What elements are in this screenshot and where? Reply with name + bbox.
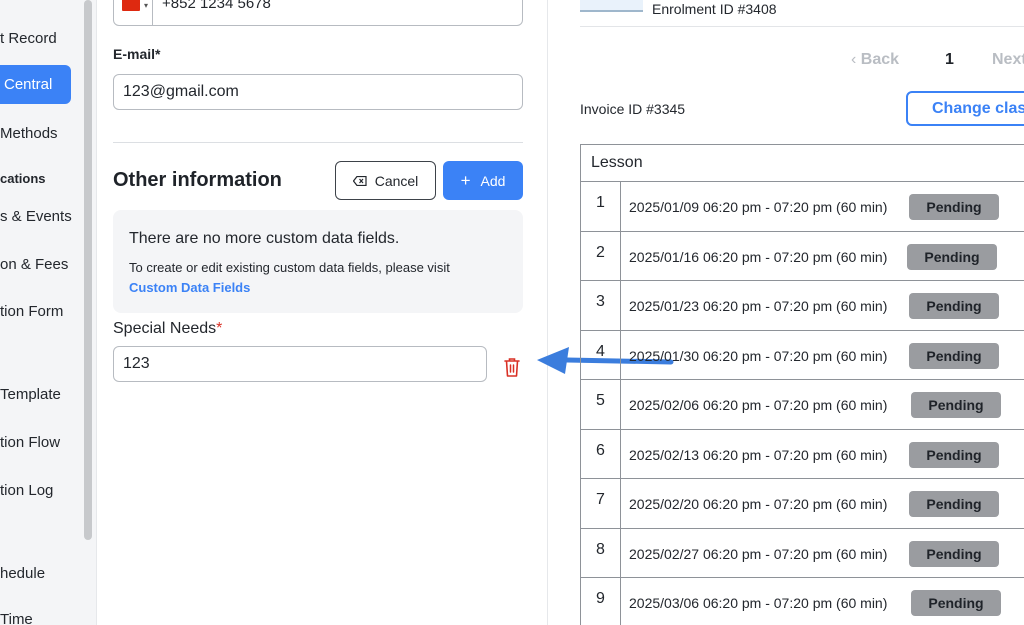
sidebar-item-record[interactable]: t Record — [0, 30, 57, 47]
table-row: 8 2025/02/27 06:20 pm - 07:20 pm (60 min)… — [581, 528, 1024, 578]
sidebar: t Record Central Methods cations s & Eve… — [0, 0, 82, 625]
table-row: 6 2025/02/13 06:20 pm - 07:20 pm (60 min)… — [581, 429, 1024, 479]
email-label: E-mail* — [113, 46, 161, 62]
table-row: 3 2025/01/23 06:20 pm - 07:20 pm (60 min)… — [581, 281, 1024, 331]
lesson-table-header: Lesson — [581, 145, 1024, 182]
hk-flag-icon[interactable] — [122, 0, 140, 11]
special-needs-label-text: Special Needs — [113, 320, 217, 337]
lesson-number: 2 — [581, 231, 621, 280]
table-row: 2 2025/01/16 06:20 pm - 07:20 pm (60 min)… — [581, 231, 1024, 281]
lesson-number: 3 — [581, 281, 621, 330]
enrolment-id: Enrolment ID #3408 — [652, 1, 777, 17]
status-badge: Pending — [909, 293, 999, 319]
status-badge: Pending — [909, 491, 999, 517]
pager-back-button[interactable]: ‹ Back — [851, 51, 899, 69]
plus-icon: + — [460, 171, 471, 190]
table-row: 7 2025/02/20 06:20 pm - 07:20 pm (60 min)… — [581, 479, 1024, 529]
chevron-left-icon: ‹ — [851, 51, 857, 68]
sidebar-item-time[interactable]: Time — [0, 611, 33, 625]
lesson-datetime: 2025/02/06 06:20 pm - 07:20 pm (60 min) — [629, 397, 888, 413]
lesson-number: 1 — [581, 182, 621, 231]
lesson-datetime: 2025/02/20 06:20 pm - 07:20 pm (60 min) — [629, 496, 888, 512]
cancel-label: Cancel — [374, 172, 419, 189]
sidebar-item-central[interactable]: Central — [4, 76, 52, 93]
lesson-number: 9 — [581, 578, 621, 625]
info-title: There are no more custom data fields. — [129, 230, 400, 247]
special-needs-label: Special Needs* — [113, 320, 222, 338]
status-badge: Pending — [907, 243, 997, 270]
lesson-datetime: 2025/01/30 06:20 pm - 07:20 pm (60 min) — [629, 347, 888, 364]
add-label: Add — [480, 172, 506, 189]
table-row: 9 2025/03/06 06:20 pm - 07:20 pm (60 min)… — [581, 578, 1024, 625]
lesson-number: 4 — [581, 330, 621, 379]
status-badge: Pending — [909, 194, 999, 220]
class-thumbnail — [580, 0, 643, 12]
custom-fields-info-box: There are no more custom data fields. To… — [113, 210, 523, 313]
sidebar-item-flow[interactable]: tion Flow — [0, 434, 60, 451]
status-badge: Pending — [909, 441, 999, 468]
enrolment-divider — [580, 26, 1024, 27]
email-value[interactable]: 123@gmail.com — [123, 83, 239, 101]
lesson-datetime: 2025/01/09 06:20 pm - 07:20 pm (60 min) — [629, 199, 888, 215]
sidebar-item-methods[interactable]: Methods — [0, 125, 58, 142]
sidebar-item-form[interactable]: tion Form — [0, 303, 63, 320]
sidebar-section-applications: cations — [0, 171, 46, 186]
add-button[interactable]: + Add — [443, 161, 523, 200]
lesson-datetime: 2025/03/06 06:20 pm - 07:20 pm (60 min) — [629, 595, 888, 611]
table-row: 1 2025/01/09 06:20 pm - 07:20 pm (60 min)… — [581, 182, 1024, 232]
sidebar-item-log[interactable]: tion Log — [0, 482, 53, 499]
lesson-number: 6 — [581, 429, 621, 478]
status-badge: Pending — [909, 540, 999, 567]
lesson-number: 7 — [581, 479, 621, 528]
sidebar-item-fees[interactable]: on & Fees — [0, 256, 68, 273]
lesson-table: Lesson 1 2025/01/09 06:20 pm - 07:20 pm (… — [580, 144, 1024, 625]
status-badge: Pending — [911, 590, 1001, 616]
table-row: 5 2025/02/06 06:20 pm - 07:20 pm (60 min)… — [581, 380, 1024, 430]
phone-divider — [152, 0, 153, 25]
invoice-id: Invoice ID #3345 — [580, 101, 686, 117]
pager-page-number[interactable]: 1 — [945, 51, 954, 69]
sidebar-scrollbar[interactable] — [84, 0, 92, 540]
change-class-button[interactable]: Change class — [906, 91, 1024, 126]
lesson-number: 8 — [581, 528, 621, 577]
special-needs-field[interactable]: 123 — [113, 346, 487, 382]
chevron-down-icon[interactable]: ▾ — [144, 1, 148, 10]
lesson-number: 5 — [581, 380, 621, 429]
other-info-title: Other information — [113, 169, 282, 191]
trash-icon[interactable] — [502, 356, 522, 378]
email-field[interactable]: 123@gmail.com — [113, 74, 523, 110]
lesson-datetime: 2025/02/13 06:20 pm - 07:20 pm (60 min) — [629, 446, 888, 463]
sidebar-item-template[interactable]: Template — [0, 386, 61, 403]
status-badge: Pending — [911, 392, 1001, 418]
phone-value[interactable]: +852 1234 5678 — [162, 0, 271, 12]
change-class-label: Change class — [932, 99, 1024, 117]
lesson-datetime: 2025/01/23 06:20 pm - 07:20 pm (60 min) — [629, 298, 888, 314]
divider — [113, 142, 523, 143]
phone-field[interactable]: ▾ +852 1234 5678 — [113, 0, 523, 26]
pager-back-label: Back — [860, 51, 900, 68]
lesson-datetime: 2025/02/27 06:20 pm - 07:20 pm (60 min) — [629, 545, 888, 562]
backspace-icon — [352, 175, 367, 186]
sidebar-item-events[interactable]: s & Events — [0, 208, 72, 225]
sidebar-item-schedule[interactable]: hedule — [0, 565, 45, 582]
pager-next-button[interactable]: Next — [992, 51, 1024, 69]
required-asterisk: * — [216, 320, 223, 337]
lesson-datetime: 2025/01/16 06:20 pm - 07:20 pm (60 min) — [629, 248, 888, 265]
status-badge: Pending — [909, 342, 999, 369]
info-text: To create or edit existing custom data f… — [129, 260, 450, 275]
table-row: 4 2025/01/30 06:20 pm - 07:20 pm (60 min)… — [581, 330, 1024, 380]
special-needs-value[interactable]: 123 — [123, 355, 150, 373]
cancel-button[interactable]: Cancel — [335, 161, 436, 200]
custom-data-fields-link[interactable]: Custom Data Fields — [129, 280, 250, 295]
